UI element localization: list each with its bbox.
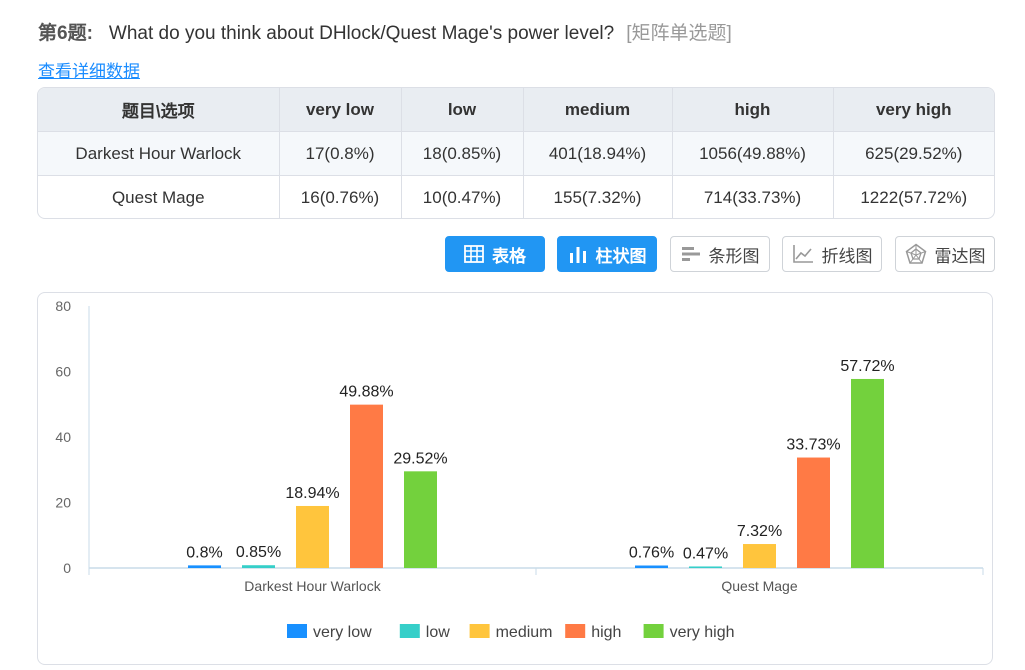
horizontal-bar-view-button[interactable]: 条形图: [670, 236, 770, 272]
legend-swatch: [287, 624, 307, 638]
table-view-button[interactable]: 表格: [445, 236, 545, 272]
question-type: [矩阵单选题]: [626, 23, 732, 44]
question-number: 第6题: [38, 23, 87, 44]
radar-chart-icon: [905, 243, 926, 264]
header-high: high: [672, 88, 834, 132]
header-very-high: very high: [833, 88, 994, 132]
data-label: 33.73%: [786, 437, 840, 454]
bar: [743, 544, 776, 568]
legend-label: high: [591, 624, 621, 641]
bar-chart-view-label: 柱状图: [595, 246, 647, 266]
bar: [635, 565, 668, 568]
bar: [404, 471, 437, 568]
table-header-row: 题目\选项 very low low medium high very high: [38, 88, 994, 132]
bar: [851, 378, 884, 568]
radar-chart-view-button[interactable]: 雷达图: [895, 236, 995, 272]
x-tick-label: Darkest Hour Warlock: [244, 578, 381, 594]
bar: [350, 404, 383, 568]
table-cell: 18(0.85%): [401, 131, 524, 176]
y-tick-label: 40: [55, 429, 71, 445]
header-question-option: 题目\选项: [38, 88, 280, 132]
data-label: 49.88%: [339, 384, 393, 401]
bar-chart-icon: [569, 247, 586, 263]
legend-swatch: [469, 624, 490, 638]
y-tick-label: 20: [55, 495, 71, 511]
header-low: low: [401, 88, 524, 132]
row-label: Darkest Hour Warlock: [38, 131, 280, 176]
table-cell: 401(18.94%): [523, 131, 673, 176]
question-title: 第6题: What do you think about DHlock/Quest…: [38, 22, 732, 46]
bar-chart-view-button[interactable]: 柱状图: [557, 236, 657, 272]
data-label: 7.32%: [737, 523, 782, 540]
legend-label: very low: [313, 624, 372, 641]
y-tick-label: 60: [55, 364, 71, 380]
table-cell: 1056(49.88%): [672, 131, 834, 176]
table-cell: 155(7.32%): [523, 175, 673, 218]
data-label: 29.52%: [393, 450, 447, 467]
table-row: Darkest Hour Warlock 17(0.8%) 18(0.85%) …: [38, 131, 994, 176]
bar: [296, 505, 329, 568]
table-cell: 10(0.47%): [401, 175, 524, 218]
table-cell: 625(29.52%): [833, 131, 994, 176]
legend-label: very high: [670, 624, 735, 641]
table-cell: 1222(57.72%): [860, 187, 968, 207]
x-tick-label: Quest Mage: [721, 578, 797, 594]
data-label: 0.47%: [683, 545, 728, 562]
legend-swatch: [565, 624, 586, 638]
data-label: 0.85%: [236, 544, 281, 561]
results-table: 题目\选项 very low low medium high very high…: [37, 87, 995, 219]
row-label: Quest Mage: [38, 175, 280, 218]
bar: [797, 457, 830, 568]
data-label: 0.8%: [186, 544, 222, 561]
legend-swatch: [399, 624, 420, 638]
bar: [242, 565, 275, 568]
table-view-label: 表格: [492, 246, 526, 266]
chart-card: 0 20 40 60 80 Darkest Hour Warlock 0.8% 0.85% 18…: [37, 292, 993, 665]
bar: [188, 565, 221, 568]
y-tick-label: 80: [55, 298, 71, 314]
legend-swatch: [643, 624, 664, 638]
legend-label: medium: [496, 624, 553, 641]
header-very-low: very low: [279, 88, 402, 132]
table-cell: 17(0.8%): [279, 131, 402, 176]
question-text: What do you think about DHlock/Quest Mag…: [108, 23, 615, 44]
table-cell: 16(0.76%): [279, 175, 402, 218]
header-medium: medium: [523, 88, 673, 132]
data-label: 0.76%: [629, 545, 674, 562]
legend-label: low: [426, 624, 450, 641]
data-label: 18.94%: [285, 485, 339, 502]
horizontal-bar-view-label: 条形图: [708, 246, 760, 266]
y-tick-label: 0: [63, 560, 71, 576]
bar-chart: 0 20 40 60 80 Darkest Hour Warlock 0.8% 0.85% 18…: [55, 298, 984, 641]
line-chart-view-label: 折线图: [821, 246, 873, 266]
table-row: Quest Mage 16(0.76%) 10(0.47%) 155(7.32%…: [38, 175, 994, 218]
horizontal-bar-icon: [681, 247, 700, 261]
table-cell: 714(33.73%): [672, 175, 834, 218]
table-icon: [464, 245, 484, 263]
line-chart-icon: [792, 245, 813, 263]
data-label: 57.72%: [840, 358, 894, 375]
line-chart-view-button[interactable]: 折线图: [782, 236, 882, 272]
radar-chart-view-label: 雷达图: [934, 246, 986, 266]
view-details-link[interactable]: 查看详细数据: [38, 57, 140, 82]
bar: [689, 566, 722, 568]
question-separator: :: [86, 23, 93, 44]
